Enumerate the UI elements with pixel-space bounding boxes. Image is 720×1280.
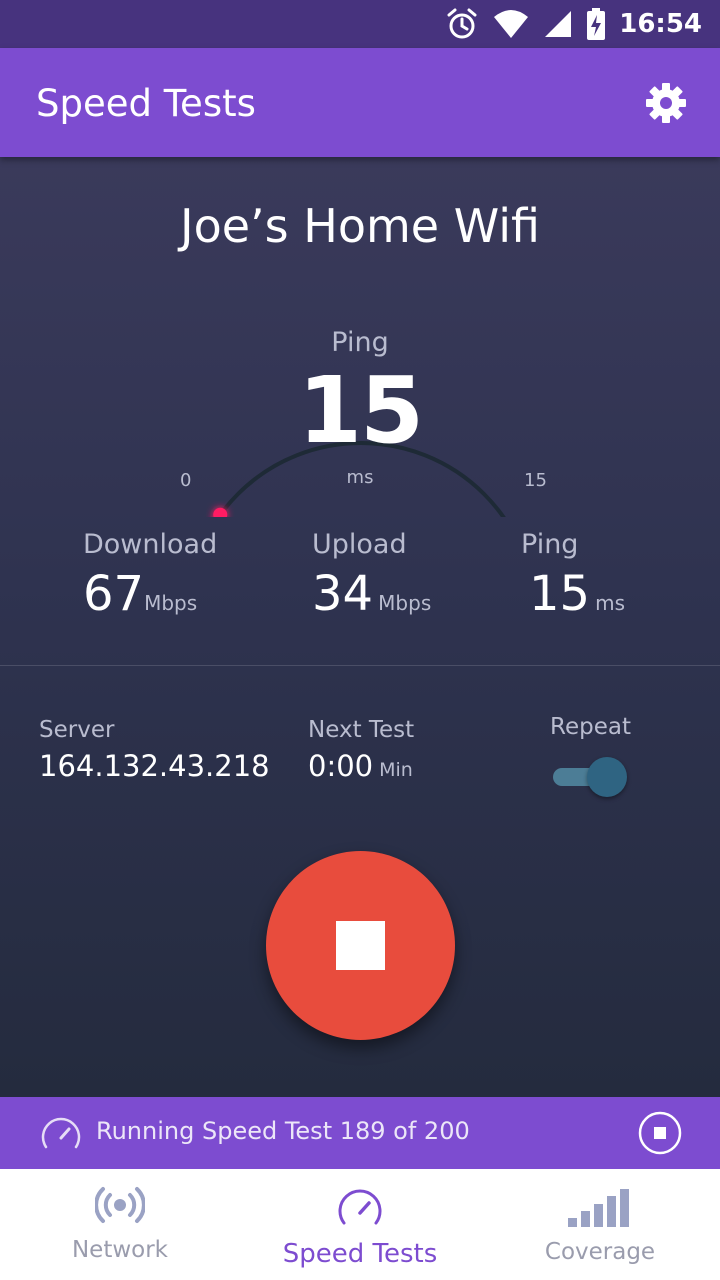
app-bar: Speed Tests (0, 48, 720, 157)
download-label: Download (83, 529, 218, 560)
stop-circle-icon[interactable] (637, 1110, 683, 1156)
speedometer-icon (41, 1117, 81, 1149)
next-test-info: Next Test 0:00 Min (308, 717, 414, 783)
nav-label-speed-tests: Speed Tests (282, 1239, 438, 1269)
gauge-max-label: 15 (524, 470, 547, 491)
gauge-value: 15 (297, 357, 424, 464)
download-unit: Mbps (144, 591, 198, 615)
repeat-toggle[interactable] (553, 757, 627, 797)
server-info: Server 164.132.43.218 (39, 717, 270, 783)
next-test-unit: Min (379, 759, 413, 781)
server-value: 164.132.43.218 (39, 749, 270, 783)
toggle-thumb (587, 757, 627, 797)
progress-text: Running Speed Test 189 of 200 (96, 1117, 470, 1145)
cell-signal-icon (545, 11, 572, 37)
gear-icon[interactable] (644, 81, 688, 125)
battery-charging-icon (587, 8, 606, 40)
stop-test-button[interactable] (266, 851, 455, 1040)
wifi-icon (494, 10, 529, 38)
test-progress-bar: Running Speed Test 189 of 200 (0, 1097, 720, 1169)
nav-label-network: Network (71, 1237, 169, 1263)
upload-unit: Mbps (378, 591, 432, 615)
ping-value: 15 (529, 566, 591, 622)
broadcast-icon (95, 1187, 145, 1223)
status-bar: 16:54 (0, 0, 720, 48)
upload-label: Upload (312, 529, 407, 560)
next-test-label: Next Test (308, 717, 415, 743)
gauge-unit: ms (346, 467, 374, 488)
server-label: Server (39, 717, 115, 743)
gauge-min-label: 0 (180, 470, 192, 491)
download-value: 67 (83, 566, 145, 622)
upload-value: 34 (312, 566, 374, 622)
repeat-label: Repeat (550, 714, 631, 740)
nav-item-network[interactable]: Network (0, 1169, 240, 1280)
signal-bars-icon (568, 1189, 629, 1227)
alarm-icon (447, 8, 477, 39)
upload-stat: Upload 34 Mbps (312, 529, 431, 622)
ping-unit: ms (595, 591, 626, 615)
gauge-label: Ping (331, 327, 389, 358)
bottom-nav: Network Speed Tests Coverage (0, 1169, 720, 1280)
ping-label: Ping (521, 529, 579, 560)
ping-stat: Ping 15 ms (521, 529, 625, 622)
nav-label-coverage: Coverage (544, 1239, 656, 1265)
download-stat: Download 67Mbps (83, 529, 217, 622)
nav-item-speed-tests[interactable]: Speed Tests (240, 1169, 480, 1280)
nav-item-coverage[interactable]: Coverage (480, 1169, 720, 1280)
status-time: 16:54 (619, 9, 702, 39)
stop-icon (336, 921, 385, 970)
speedometer-icon (338, 1189, 382, 1225)
speed-test-panel: Joe’s Home Wifi Ping 15 ms 0 15 Download… (0, 157, 720, 1097)
next-test-value: 0:00 (308, 749, 374, 783)
page-title: Speed Tests (36, 82, 256, 125)
divider (0, 665, 720, 666)
